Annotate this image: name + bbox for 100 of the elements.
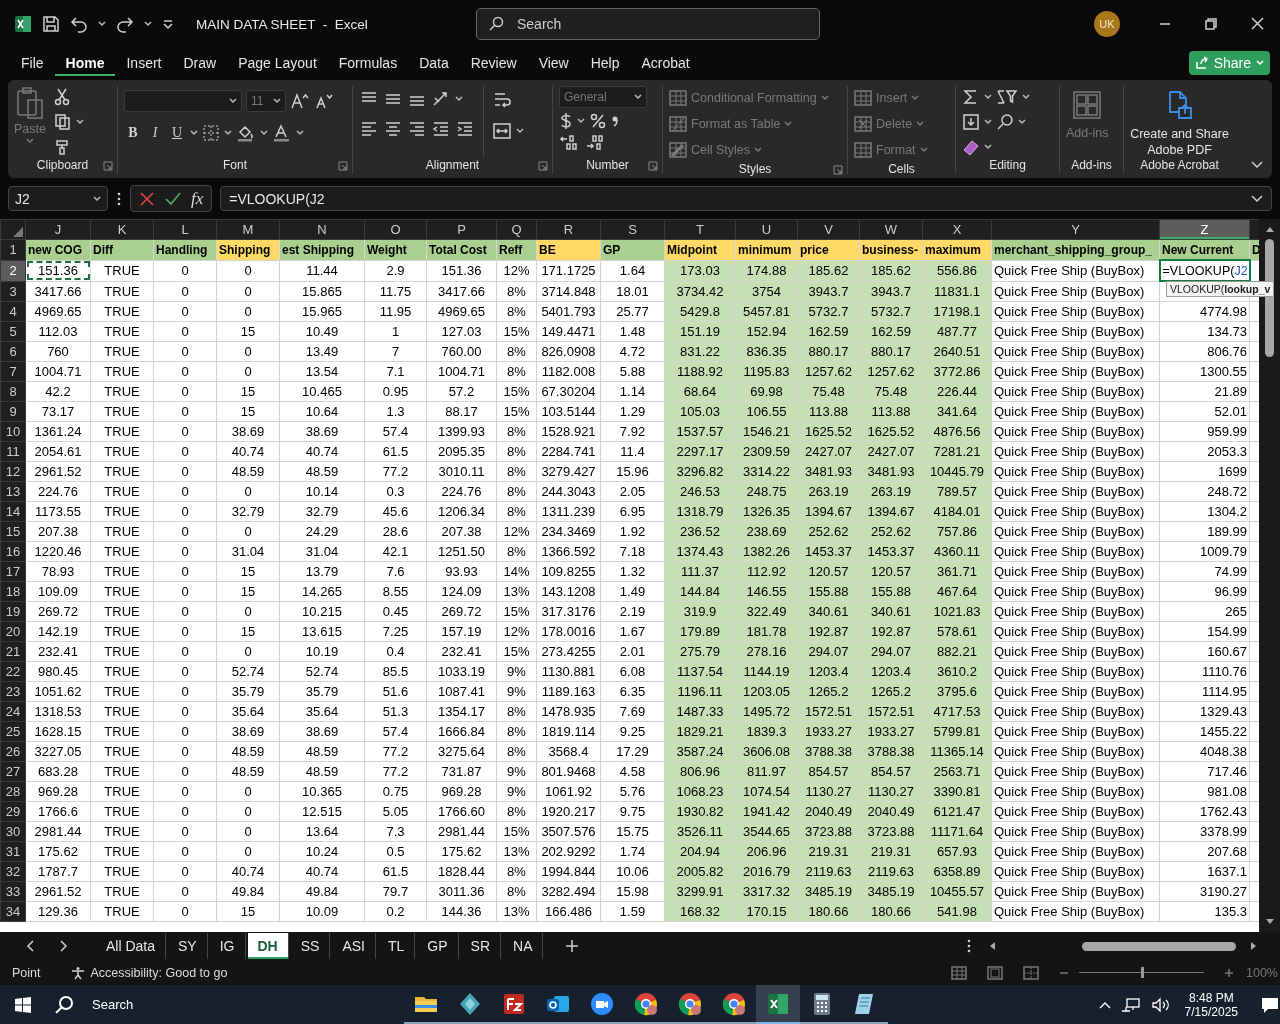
font-color-caret-icon[interactable]	[296, 130, 304, 136]
fill-caret-icon[interactable]	[260, 130, 268, 136]
sort-filter-icon[interactable]	[996, 88, 1018, 107]
column-header[interactable]: K	[90, 219, 154, 240]
dropdown-caret-icon[interactable]	[273, 98, 281, 104]
cut-icon[interactable]	[53, 88, 70, 107]
show-hidden-icons-icon[interactable]	[1098, 1000, 1111, 1009]
name-box[interactable]: J2	[8, 186, 108, 211]
row-header[interactable]: 23	[0, 681, 26, 702]
row-header[interactable]: 11	[0, 441, 26, 462]
merge-center-icon[interactable]	[492, 122, 512, 140]
row-header[interactable]: 5	[0, 321, 26, 342]
redo-icon[interactable]	[116, 15, 134, 33]
fill-down-icon[interactable]	[962, 113, 980, 131]
row-header[interactable]: 12	[0, 461, 26, 482]
column-header[interactable]: U	[735, 219, 798, 240]
row-header[interactable]: 25	[0, 721, 26, 742]
fill-caret-icon[interactable]	[984, 119, 992, 125]
start-icon[interactable]	[14, 995, 32, 1014]
column-header[interactable]: Z	[1159, 219, 1250, 240]
row-header[interactable]: 18	[0, 581, 26, 602]
save-icon[interactable]	[42, 15, 60, 33]
sort-caret-icon[interactable]	[1022, 94, 1030, 101]
page-break-icon[interactable]	[1023, 965, 1039, 980]
row-header[interactable]: 21	[0, 641, 26, 662]
undo-icon[interactable]	[70, 15, 88, 33]
row-header[interactable]: 32	[0, 861, 26, 882]
scroll-right-icon[interactable]	[1250, 941, 1258, 951]
column-header[interactable]: V	[797, 219, 860, 240]
find-caret-icon[interactable]	[1018, 119, 1026, 125]
name-box-caret-icon[interactable]	[93, 195, 101, 202]
currency-icon[interactable]	[559, 112, 573, 130]
ribbon-tab[interactable]: Draw	[172, 50, 228, 76]
sheet-tab[interactable]: TL	[378, 933, 416, 959]
insert-function-button[interactable]: fx	[191, 188, 204, 209]
row-header[interactable]: 20	[0, 621, 26, 642]
accessibility-status[interactable]: Accessibility: Good to go	[90, 965, 228, 980]
notifications-icon[interactable]	[1260, 995, 1280, 1014]
ribbon-tab[interactable]: Home	[54, 50, 116, 76]
row-header[interactable]: 30	[0, 821, 26, 842]
currency-caret-icon[interactable]	[577, 118, 585, 124]
dialog-launcher-icon[interactable]	[103, 161, 113, 171]
normal-view-icon[interactable]	[951, 965, 967, 980]
grow-font-icon[interactable]	[290, 92, 310, 110]
column-header[interactable]: Q	[496, 219, 537, 240]
row-header[interactable]: 6	[0, 341, 26, 362]
share-caret-icon[interactable]	[1256, 60, 1264, 66]
formula-field[interactable]: =VLOOKUP(J2	[220, 186, 1272, 211]
dialog-launcher-icon[interactable]	[338, 161, 348, 171]
shrink-font-icon[interactable]	[314, 92, 334, 110]
scroll-left-icon[interactable]	[988, 941, 996, 951]
row-header[interactable]: 24	[0, 701, 26, 722]
font-style-button[interactable]: I	[146, 125, 164, 141]
previous-sheet-icon[interactable]	[26, 940, 36, 952]
collapse-ribbon-icon[interactable]	[1250, 160, 1264, 170]
search-field[interactable]: Search	[476, 8, 820, 40]
increase-indent-icon[interactable]	[455, 120, 475, 138]
dialog-launcher-icon[interactable]	[648, 161, 658, 171]
font-style-button[interactable]: B	[124, 125, 142, 141]
ribbon-tab[interactable]: Page Layout	[227, 50, 328, 76]
row-header[interactable]: 17	[0, 561, 26, 582]
underline-caret-icon[interactable]	[190, 130, 198, 136]
sheet-tab[interactable]: SY	[168, 933, 208, 959]
redo-caret-icon[interactable]	[144, 21, 152, 27]
scroll-up-icon[interactable]	[1264, 225, 1275, 233]
align-left-icon[interactable]	[359, 120, 379, 138]
scrollbar-thumb[interactable]	[1082, 941, 1236, 951]
percent-icon[interactable]	[589, 112, 607, 130]
ribbon-tab[interactable]: Insert	[115, 50, 173, 76]
clear-caret-icon[interactable]	[984, 143, 992, 150]
enter-icon[interactable]	[165, 190, 181, 207]
sheet-tab[interactable]: SS	[290, 933, 331, 959]
column-header[interactable]: X	[922, 219, 992, 240]
expand-formula-icon[interactable]	[1251, 194, 1263, 203]
row-header[interactable]: 22	[0, 661, 26, 682]
sheet-tab[interactable]: All Data	[96, 933, 167, 959]
column-header[interactable]: N	[279, 219, 365, 240]
sheet-tab[interactable]: ASI	[332, 933, 376, 959]
more-options-icon[interactable]	[966, 939, 972, 953]
column-header[interactable]: T	[664, 219, 736, 240]
taskbar-search[interactable]: Search	[54, 994, 354, 1015]
row-header[interactable]: 27	[0, 761, 26, 782]
row-header[interactable]: 33	[0, 881, 26, 902]
borders-icon[interactable]	[202, 124, 220, 142]
customize-toolbar-icon[interactable]	[162, 18, 174, 30]
decrease-indent-icon[interactable]	[431, 120, 451, 138]
zoom-in-icon[interactable]	[1224, 967, 1234, 978]
row-header[interactable]: 4	[0, 301, 26, 322]
row-header[interactable]: 2	[0, 260, 26, 281]
column-header[interactable]: W	[859, 219, 923, 240]
copy-icon[interactable]	[53, 113, 72, 131]
network-icon[interactable]	[1120, 996, 1141, 1013]
ribbon-tab[interactable]: Review	[459, 50, 528, 76]
font-style-button[interactable]: U	[168, 125, 186, 141]
row-header[interactable]: 1	[0, 239, 26, 260]
ribbon-tab[interactable]: Formulas	[327, 50, 409, 76]
dropdown-caret-icon[interactable]	[229, 98, 237, 104]
column-header[interactable]: P	[426, 219, 497, 240]
undo-caret-icon[interactable]	[98, 21, 106, 27]
copy-caret-icon[interactable]	[75, 119, 84, 125]
